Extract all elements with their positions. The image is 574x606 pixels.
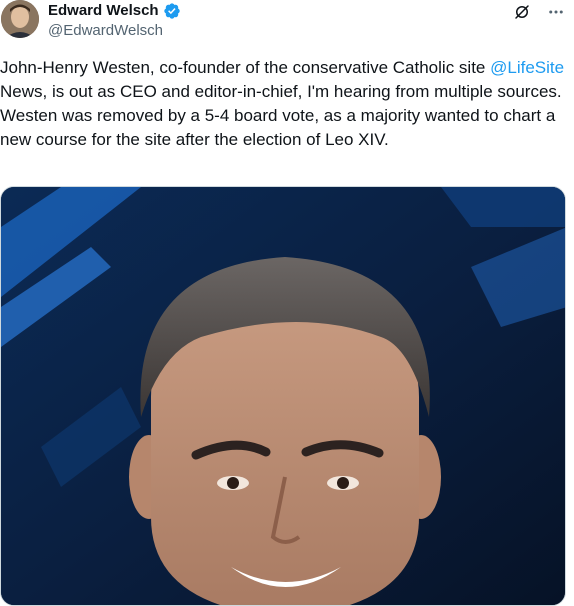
tweet-text-before: John-Henry Westen, co-founder of the con… [0,58,491,77]
tweet: Edward Welsch @EdwardWelsch John-Henry W… [0,0,574,606]
verified-badge-icon [163,2,181,20]
author-avatar[interactable] [1,0,39,38]
author-name-row: Edward Welsch [48,2,181,20]
author-display-name[interactable]: Edward Welsch [48,2,159,20]
tweet-text-after: News, is out as CEO and editor-in-chief,… [0,82,562,149]
author-handle[interactable]: @EdwardWelsch [48,22,163,40]
tweet-text: John-Henry Westen, co-founder of the con… [0,56,566,152]
tweet-top-actions [512,2,566,22]
grok-icon[interactable] [512,2,532,22]
more-options-icon[interactable] [546,2,566,22]
mention-link[interactable]: @LifeSite [490,58,564,77]
tweet-media-image[interactable] [0,186,566,606]
